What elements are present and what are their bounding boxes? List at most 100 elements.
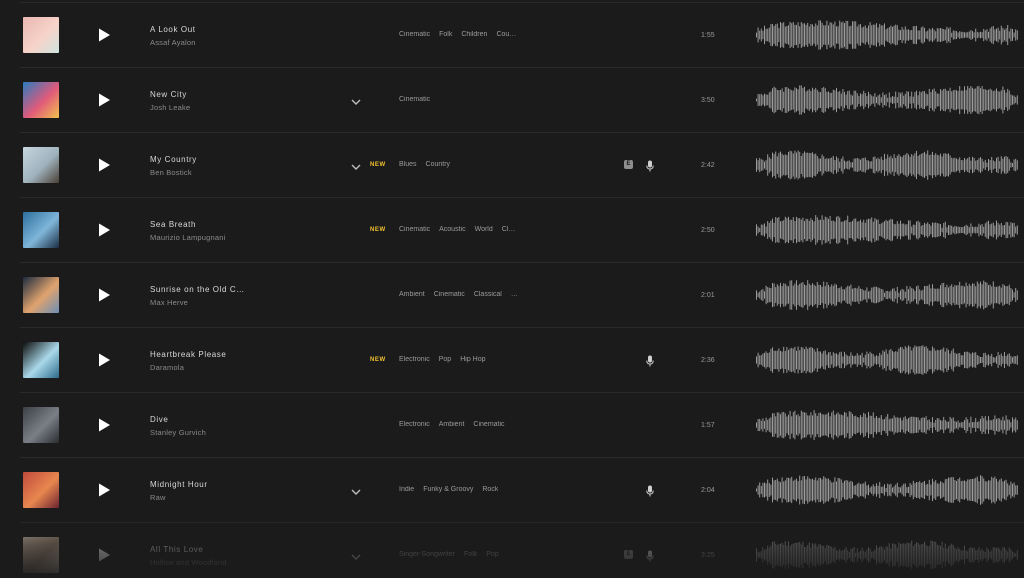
play-icon [99,158,110,172]
waveform[interactable] [756,407,1018,443]
waveform[interactable] [756,17,1018,53]
genre-tags: Indie Funky & Groovy Rock [399,486,498,493]
track-artist[interactable]: Assaf Ayalon [150,38,196,47]
track-title[interactable]: Heartbreak Please [150,350,226,359]
genre-tag[interactable]: Singer-Songwriter [399,551,455,558]
waveform[interactable] [756,147,1018,183]
waveform[interactable] [756,537,1018,573]
genre-tag[interactable]: Country [426,161,451,168]
album-cover[interactable] [23,342,59,378]
chevron-down-icon[interactable] [350,94,362,105]
genre-tag[interactable]: World [475,226,493,233]
track-artist[interactable]: Hollow and Woodland [150,558,227,567]
play-button[interactable] [96,417,112,433]
waveform[interactable] [756,472,1018,508]
play-button[interactable] [96,157,112,173]
play-button[interactable] [96,287,112,303]
microphone-icon [646,549,654,562]
track-title[interactable]: All This Love [150,545,203,554]
genre-tag[interactable]: Folk [439,31,452,38]
genre-tag[interactable]: Classical [474,291,502,298]
waveform[interactable] [756,277,1018,313]
album-cover[interactable] [23,82,59,118]
track-title[interactable]: Midnight Hour [150,480,208,489]
track-artist[interactable]: Ben Bostick [150,168,192,177]
track-row[interactable]: Heartbreak Please Daramola NEW Electronic Po… [20,328,1024,393]
track-row[interactable]: My Country Ben Bostick NEW Blues Country E 2:4… [20,133,1024,198]
track-title[interactable]: New City [150,90,187,99]
genre-tag[interactable]: Cinematic [399,226,430,233]
genre-tag[interactable]: Cl… [502,226,516,233]
album-cover[interactable] [23,407,59,443]
track-artist[interactable]: Raw [150,493,166,502]
track-duration: 3:25 [701,552,715,559]
play-icon [99,418,110,432]
track-row[interactable]: Dive Stanley Gurvich Electronic Ambient Cine… [20,393,1024,458]
track-artist[interactable]: Josh Leake [150,103,190,112]
genre-tag[interactable]: Ambient [439,421,465,428]
genre-tag[interactable]: Folk [464,551,477,558]
new-badge: NEW [370,162,386,168]
genre-tag[interactable]: … [511,291,518,298]
genre-tag[interactable]: Indie [399,486,414,493]
track-artist[interactable]: Stanley Gurvich [150,428,206,437]
track-duration: 1:55 [701,32,715,39]
chevron-down-icon[interactable] [350,159,362,170]
track-artist[interactable]: Max Herve [150,298,188,307]
album-cover[interactable] [23,147,59,183]
track-title[interactable]: My Country [150,155,197,164]
album-cover[interactable] [23,537,59,573]
play-button[interactable] [96,92,112,108]
track-row[interactable]: A Look Out Assaf Ayalon Cinematic Folk Child… [20,2,1024,68]
album-cover[interactable] [23,212,59,248]
play-icon [99,28,110,42]
waveform[interactable] [756,212,1018,248]
play-button[interactable] [96,482,112,498]
track-title[interactable]: Sea Breath [150,220,196,229]
play-icon [99,548,110,562]
album-cover[interactable] [23,17,59,53]
track-title[interactable]: A Look Out [150,25,196,34]
genre-tag[interactable]: Cinematic [399,31,430,38]
play-button[interactable] [96,222,112,238]
genre-tag[interactable]: Cinematic [473,421,504,428]
track-artist[interactable]: Maurizio Lampugnani [150,233,226,242]
genre-tag[interactable]: Cinematic [399,96,430,103]
track-title[interactable]: Sunrise on the Old C… [150,285,245,294]
track-row[interactable]: New City Josh Leake Cinematic 3:50 [20,68,1024,133]
microphone-icon [646,159,654,172]
genre-tag[interactable]: Electronic [399,356,430,363]
play-icon [99,288,110,302]
album-cover[interactable] [23,277,59,313]
play-button[interactable] [96,547,112,563]
genre-tag[interactable]: Electronic [399,421,430,428]
track-row[interactable]: Midnight Hour Raw Indie Funky & Groovy Rock 2… [20,458,1024,523]
play-button[interactable] [96,27,112,43]
chevron-down-icon[interactable] [350,549,362,560]
waveform[interactable] [756,82,1018,118]
genre-tag[interactable]: Children [461,31,487,38]
track-duration: 3:50 [701,97,715,104]
genre-tag[interactable]: Ambient [399,291,425,298]
chevron-down-icon[interactable] [350,484,362,495]
genre-tag[interactable]: Cou… [496,31,516,38]
genre-tag[interactable]: Acoustic [439,226,465,233]
genre-tag[interactable]: Cinematic [434,291,465,298]
track-duration: 2:50 [701,227,715,234]
genre-tag[interactable]: Rock [482,486,498,493]
genre-tag[interactable]: Pop [486,551,498,558]
genre-tag[interactable]: Hip Hop [460,356,485,363]
genre-tags: Cinematic Acoustic World Cl… [399,226,515,233]
track-row[interactable]: Sea Breath Maurizio Lampugnani NEW Cinemati… [20,198,1024,263]
play-button[interactable] [96,352,112,368]
track-row[interactable]: Sunrise on the Old C… Max Herve Ambient Cin… [20,263,1024,328]
track-row[interactable]: All This Love Hollow and Woodland Singer-S… [20,523,1024,578]
track-title[interactable]: Dive [150,415,168,424]
genre-tag[interactable]: Pop [439,356,451,363]
genre-tag[interactable]: Funky & Groovy [423,486,473,493]
album-cover[interactable] [23,472,59,508]
genre-tag[interactable]: Blues [399,161,417,168]
waveform[interactable] [756,342,1018,378]
music-library: A Look Out Assaf Ayalon Cinematic Folk Child… [0,0,1024,578]
track-artist[interactable]: Daramola [150,363,184,372]
